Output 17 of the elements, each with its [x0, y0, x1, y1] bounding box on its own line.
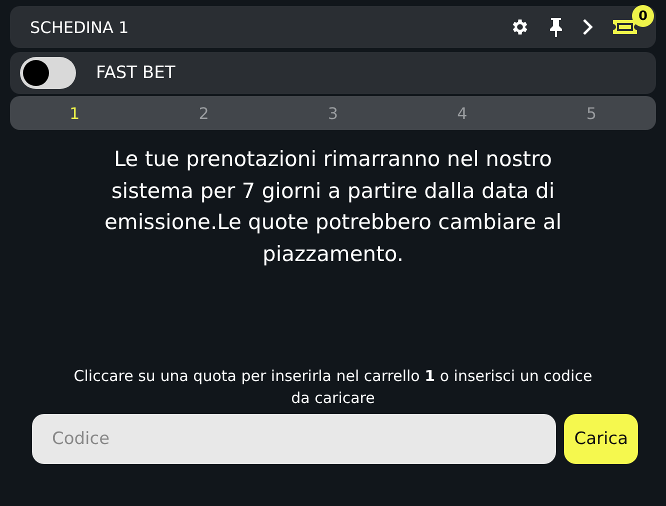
ticket-icon[interactable] [612, 19, 638, 35]
fast-bet-label: FAST BET [96, 63, 176, 83]
slip-tab[interactable]: 4 [398, 96, 527, 130]
pin-icon[interactable] [548, 17, 564, 37]
slip-title: SCHEDINA 1 [30, 18, 129, 36]
slip-tab[interactable]: 1 [10, 96, 140, 130]
slip-tab[interactable]: 3 [268, 96, 398, 130]
code-input[interactable]: Codice [32, 414, 556, 464]
fast-bet-toggle[interactable] [20, 57, 76, 89]
count-badge: 0 [632, 5, 654, 27]
chevron-right-icon[interactable] [582, 18, 594, 36]
settings-icon[interactable] [510, 17, 530, 37]
info-message: Le tue prenotazioni rimarranno nel nostro sistema per 7 giorni a partire dalla data di emissione.Le quote potrebbero cambiare al piazzamento. [103, 146, 563, 268]
slip-tab[interactable]: 2 [139, 96, 268, 130]
hint-text: Cliccare su una quota per inserirla nel carrello 1 o inserisci un codice da caricare [72, 366, 594, 409]
slip-tab[interactable]: 5 [526, 96, 656, 130]
load-button[interactable]: Carica [564, 414, 638, 464]
